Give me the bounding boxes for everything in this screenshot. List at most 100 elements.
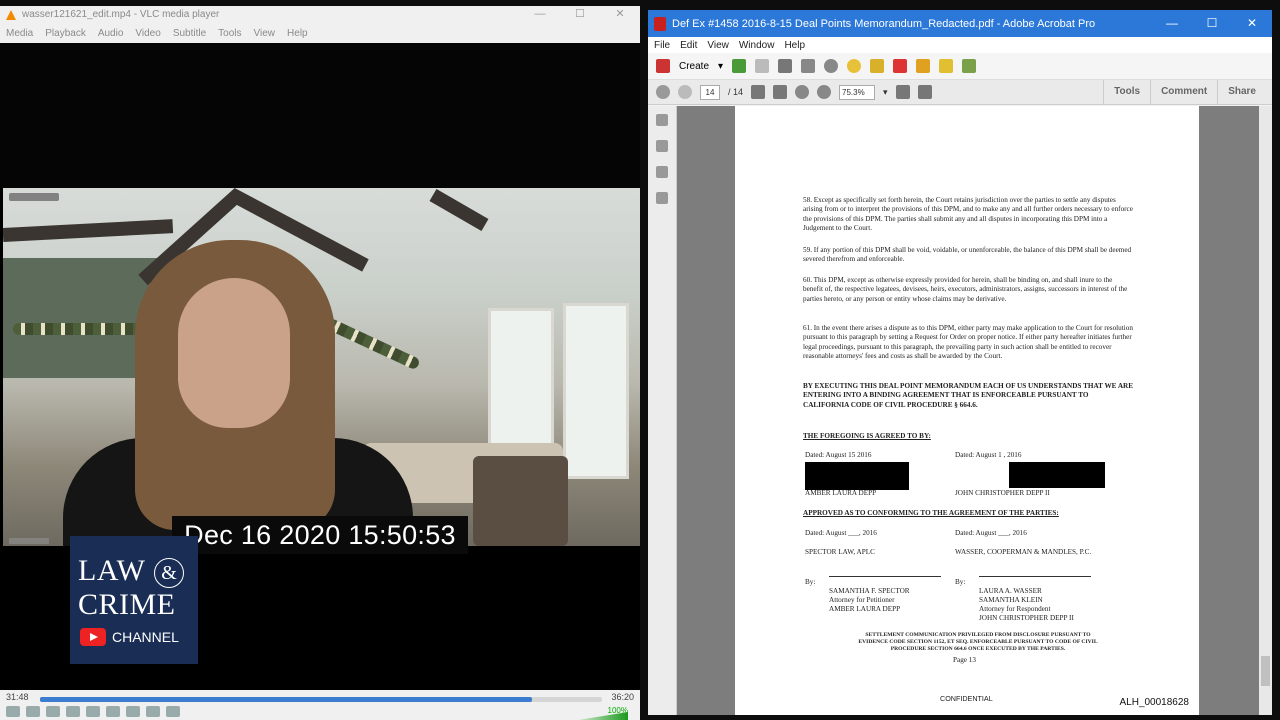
menu-file[interactable]: File: [654, 40, 670, 51]
next-icon[interactable]: [66, 706, 80, 717]
sig-left-line2: Attorney for Petitioner: [829, 596, 895, 604]
signature-line: [829, 576, 941, 577]
next-page-icon[interactable]: [678, 85, 692, 99]
menu-edit[interactable]: Edit: [680, 40, 697, 51]
menu-audio[interactable]: Audio: [98, 28, 124, 39]
menu-tools[interactable]: Tools: [218, 28, 241, 39]
email-icon[interactable]: [801, 59, 816, 73]
paragraph-58: 58. Except as specifically set forth her…: [803, 196, 1133, 233]
signatory-left: AMBER LAURA DEPP: [805, 489, 877, 497]
menu-help[interactable]: Help: [287, 28, 308, 39]
comment-icon[interactable]: [847, 59, 862, 73]
extended-settings-icon[interactable]: [106, 706, 120, 717]
fit-page-icon[interactable]: [917, 85, 932, 99]
create-pdf-icon: [656, 59, 670, 73]
playlist-icon[interactable]: [126, 706, 140, 717]
acrobat-main-toolbar: Create ▾: [648, 53, 1272, 80]
elapsed-time: 31:48: [6, 692, 29, 702]
seek-bar[interactable]: [40, 697, 602, 702]
print-icon[interactable]: [778, 59, 793, 73]
ceiling-beam: [429, 188, 489, 232]
menu-video[interactable]: Video: [135, 28, 160, 39]
signature-line: [979, 576, 1091, 577]
bates-number: ALH_00018628: [1119, 696, 1189, 708]
by-left: By:: [805, 578, 816, 586]
forms-icon[interactable]: [962, 59, 977, 73]
vlc-title: wasser121621_edit.mp4 - VLC media player: [22, 9, 220, 20]
menu-view[interactable]: View: [254, 28, 276, 39]
seek-progress: [40, 697, 532, 702]
close-icon[interactable]: ✕: [600, 6, 640, 23]
chevron-down-icon[interactable]: ▾: [718, 61, 723, 72]
attachments-icon[interactable]: [656, 166, 668, 178]
settings-icon[interactable]: [824, 59, 839, 73]
ceiling-beam: [3, 219, 174, 242]
save-icon[interactable]: [755, 59, 770, 73]
vertical-scrollbar[interactable]: [1259, 106, 1272, 715]
sign-icon[interactable]: [893, 59, 908, 73]
dated-left-2: Dated: August ___, 2016: [805, 529, 877, 537]
menu-media[interactable]: Media: [6, 28, 33, 39]
open-folder-icon[interactable]: [732, 59, 747, 73]
logo-ampersand: &: [154, 558, 184, 588]
highlight-icon[interactable]: [870, 59, 885, 73]
document-canvas[interactable]: 58. Except as specifically set forth her…: [677, 106, 1259, 715]
prev-page-icon[interactable]: [656, 85, 670, 99]
combine-icon[interactable]: [939, 59, 954, 73]
menu-playback[interactable]: Playback: [45, 28, 86, 39]
maximize-icon[interactable]: ☐: [1192, 10, 1232, 37]
vlc-menubar: Media Playback Audio Video Subtitle Tool…: [0, 23, 640, 43]
binding-clause: BY EXECUTING THIS DEAL POINT MEMORANDUM …: [803, 382, 1134, 409]
participant-label: [9, 538, 49, 544]
pause-icon[interactable]: [6, 706, 20, 717]
menu-help[interactable]: Help: [784, 40, 805, 51]
signatures-icon[interactable]: [656, 192, 668, 204]
fullscreen-icon[interactable]: [86, 706, 100, 717]
hand-tool-icon[interactable]: [773, 85, 788, 99]
share-link[interactable]: Share: [1217, 80, 1266, 104]
logo-crime: CRIME: [78, 588, 176, 621]
menu-view[interactable]: View: [707, 40, 729, 51]
acrobat-title: Def Ex #1458 2016-8-15 Deal Points Memor…: [672, 17, 1096, 30]
page-thumbnails-icon[interactable]: [656, 114, 668, 126]
chevron-down-icon[interactable]: ▾: [883, 87, 888, 98]
export-icon[interactable]: [916, 59, 931, 73]
video-frame[interactable]: [3, 188, 640, 546]
fit-width-icon[interactable]: [895, 85, 910, 99]
vlc-titlebar: wasser121621_edit.mp4 - VLC media player…: [0, 6, 640, 23]
minimize-icon[interactable]: —: [520, 6, 560, 23]
maximize-icon[interactable]: ☐: [560, 6, 600, 23]
create-button[interactable]: Create: [679, 61, 709, 72]
chair: [473, 456, 568, 546]
logo-channel: CHANNEL: [112, 629, 179, 645]
agreed-heading: THE FOREGOING IS AGREED TO BY:: [803, 432, 931, 440]
loop-icon[interactable]: [146, 706, 160, 717]
acrobat-nav-toolbar: 14 / 14 75.3% ▾ Tools Comment Share: [648, 80, 1272, 105]
zoom-in-icon[interactable]: [817, 85, 832, 99]
tools-link[interactable]: Tools: [1103, 80, 1150, 104]
menu-window[interactable]: Window: [739, 40, 775, 51]
vlc-controls: 31:48 36:20 100%: [0, 690, 640, 720]
timestamp-overlay: Dec 16 2020 15:50:53: [172, 516, 468, 554]
sig-right-line1: LAURA A. WASSER: [979, 587, 1042, 595]
close-icon[interactable]: ✕: [1232, 10, 1272, 37]
page-number: Page 13: [953, 656, 976, 664]
menu-subtitle[interactable]: Subtitle: [173, 28, 206, 39]
scroll-thumb[interactable]: [1261, 656, 1270, 686]
previous-icon[interactable]: [26, 706, 40, 717]
minimize-icon[interactable]: —: [1152, 10, 1192, 37]
acrobat-menubar: File Edit View Window Help: [648, 37, 1272, 53]
zoom-input[interactable]: 75.3%: [839, 84, 876, 100]
zoom-out-icon[interactable]: [795, 85, 810, 99]
page-number-input[interactable]: 14: [700, 84, 720, 100]
volume-slider[interactable]: [578, 712, 628, 720]
redaction-box: [1009, 462, 1105, 488]
stop-icon[interactable]: [46, 706, 60, 717]
shuffle-icon[interactable]: [166, 706, 180, 717]
select-tool-icon[interactable]: [751, 85, 766, 99]
comment-link[interactable]: Comment: [1150, 80, 1217, 104]
sig-left-line1: SAMANTHA F. SPECTOR: [829, 587, 910, 595]
bookmarks-icon[interactable]: [656, 140, 668, 152]
total-time: 36:20: [611, 692, 634, 702]
paragraph-60: 60. This DPM, except as otherwise expres…: [803, 276, 1128, 303]
